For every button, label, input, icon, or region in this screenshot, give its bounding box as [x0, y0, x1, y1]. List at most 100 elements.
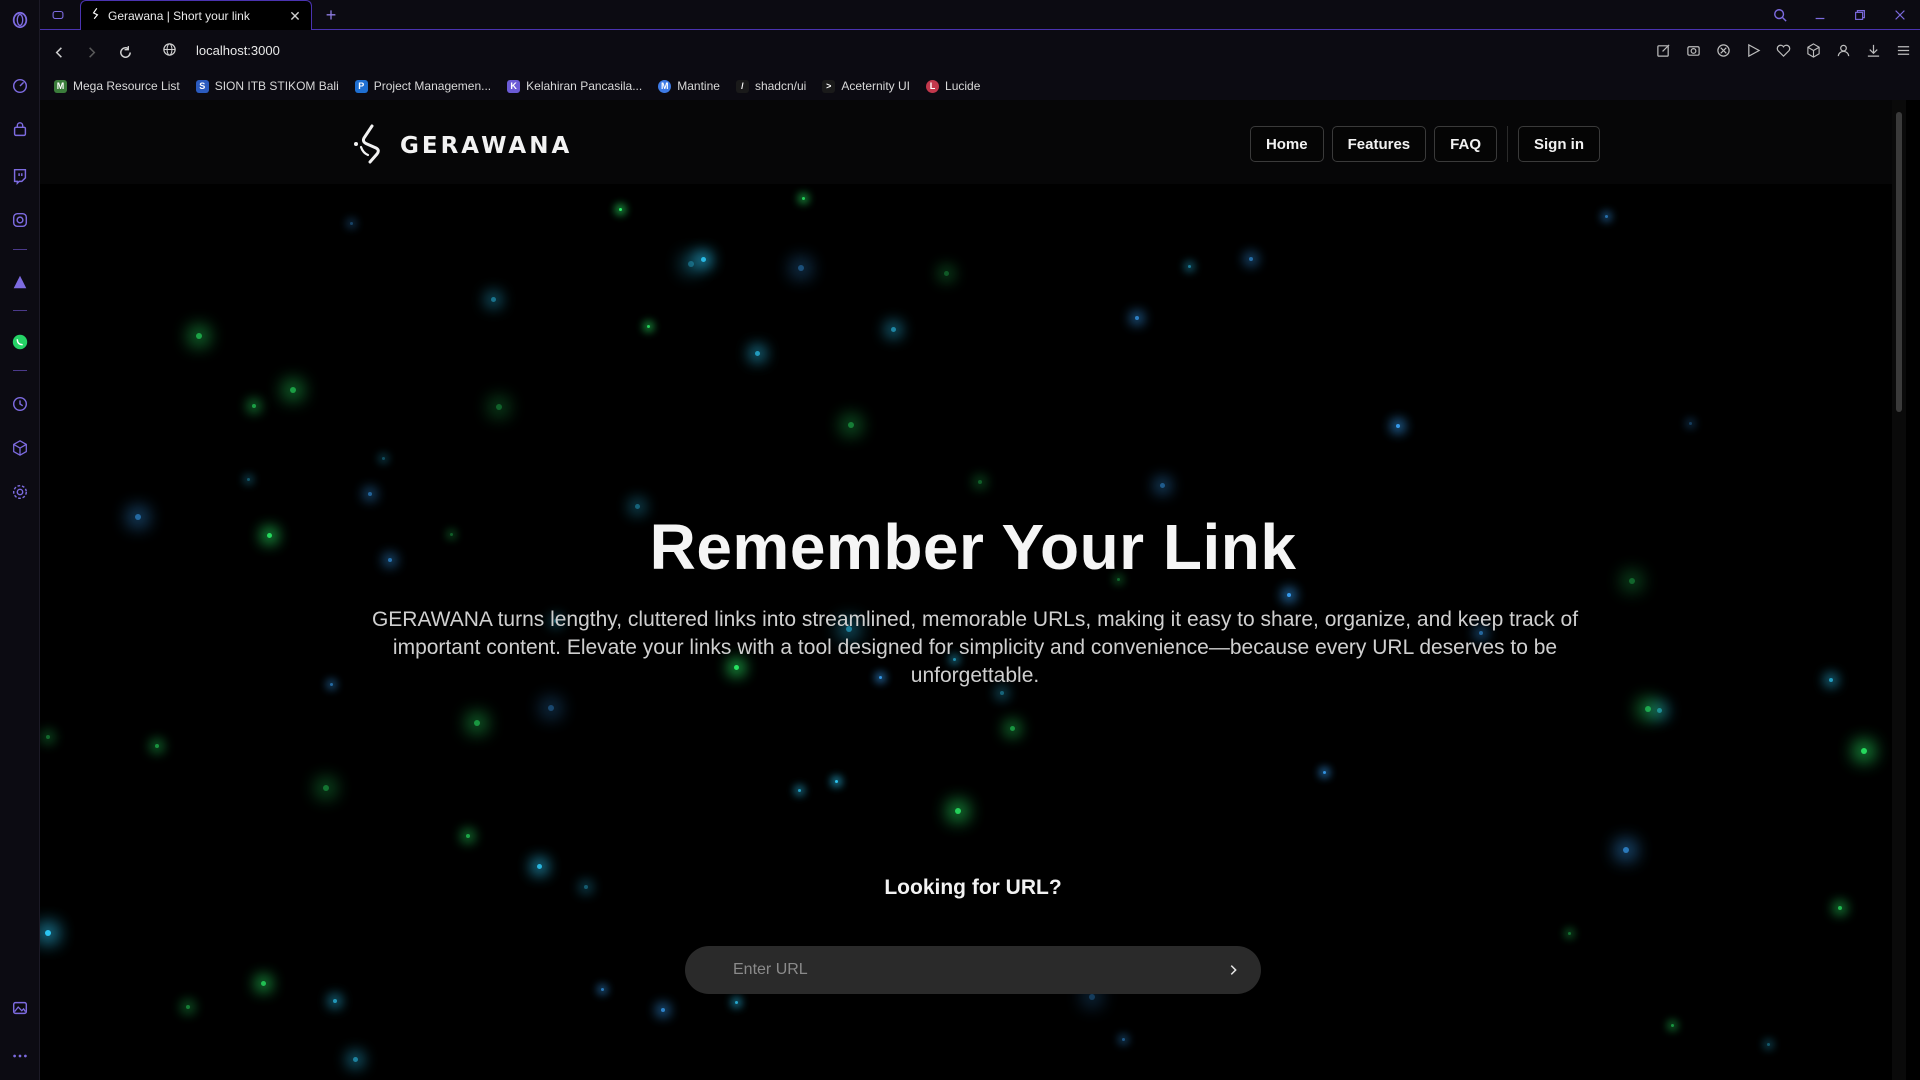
twitch-icon[interactable]: [0, 162, 40, 190]
mantine-icon: M: [658, 79, 672, 93]
particle: [474, 720, 480, 726]
profile-icon[interactable]: [1832, 39, 1854, 61]
bookmark-item[interactable]: / shadcn/ui: [735, 79, 806, 93]
brand-name: GERAWANA: [400, 132, 573, 159]
particle: [1623, 847, 1629, 853]
reload-icon[interactable]: [114, 41, 136, 63]
url-field[interactable]: localhost:3000: [196, 43, 280, 58]
bookmark-item[interactable]: > Aceternity UI: [822, 79, 910, 93]
particle: [1605, 215, 1608, 218]
bookmark-item[interactable]: K Kelahiran Pancasila...: [507, 79, 642, 93]
particle-background: [40, 100, 1906, 1080]
bookmark-item[interactable]: S SION ITB STIKOM Bali: [195, 79, 339, 93]
particle: [196, 333, 202, 339]
window-controls: [1760, 0, 1920, 30]
bookmark-item[interactable]: P Project Managemen...: [354, 79, 491, 93]
particle: [802, 197, 805, 200]
particle: [848, 422, 854, 428]
particle: [1287, 593, 1291, 597]
send-icon[interactable]: [1742, 39, 1764, 61]
particle: [1010, 726, 1015, 731]
opera-logo-icon[interactable]: [0, 6, 40, 34]
particle: [353, 1057, 358, 1062]
shadcn-icon: /: [735, 79, 749, 93]
nav-divider: [1507, 126, 1508, 162]
new-tab-button[interactable]: +: [320, 4, 342, 26]
brand[interactable]: GERAWANA: [350, 122, 572, 169]
extensions-cube-icon[interactable]: [1802, 39, 1824, 61]
particle: [1689, 422, 1692, 425]
particle: [290, 387, 296, 393]
edit-icon[interactable]: [1652, 39, 1674, 61]
particle: [661, 1008, 665, 1012]
particle: [735, 1001, 738, 1004]
particle: [619, 208, 622, 211]
adblock-icon[interactable]: [1712, 39, 1734, 61]
particle: [835, 780, 838, 783]
particle: [635, 504, 640, 509]
address-tools: [1652, 39, 1914, 61]
particle: [333, 999, 337, 1003]
tab-bar: Gerawana | Short your link ✕ +: [40, 0, 1920, 31]
more-icon[interactable]: [0, 1042, 40, 1070]
particle: [798, 789, 801, 792]
particle: [496, 404, 502, 410]
particle: [537, 864, 542, 869]
particle: [261, 981, 266, 986]
bookmark-item[interactable]: M Mega Resource List: [54, 79, 180, 93]
particle: [1829, 678, 1833, 682]
minimize-icon[interactable]: [1800, 0, 1840, 30]
particle: [368, 492, 372, 496]
particle: [382, 457, 385, 460]
tab-title: Gerawana | Short your link: [108, 9, 250, 23]
restore-icon[interactable]: [1840, 0, 1880, 30]
aceternity-icon: >: [822, 79, 836, 93]
extensions-icon[interactable]: [0, 434, 40, 462]
particle: [155, 744, 159, 748]
favorite-heart-icon[interactable]: [1772, 39, 1794, 61]
particle: [1323, 771, 1326, 774]
wallpaper-icon[interactable]: [0, 994, 40, 1022]
forward-icon[interactable]: [80, 41, 102, 63]
browser-sidebar: [0, 0, 40, 1080]
bookmark-item[interactable]: M Mantine: [658, 79, 720, 93]
particle: [647, 325, 650, 328]
bookmark-item[interactable]: L Lucide: [926, 79, 980, 93]
nav-features[interactable]: Features: [1331, 126, 1427, 162]
particle: [46, 735, 50, 739]
submit-chevron-icon[interactable]: [1221, 958, 1245, 982]
page-scrollbar[interactable]: [1892, 100, 1906, 1080]
bookmarks-bar: M Mega Resource List S SION ITB STIKOM Bal…: [40, 72, 1920, 100]
particle: [891, 327, 896, 332]
aria-ai-icon[interactable]: [0, 268, 40, 296]
particle: [755, 351, 760, 356]
aria-bag-icon[interactable]: [0, 116, 40, 144]
particle: [1160, 483, 1165, 488]
particle: [688, 261, 694, 267]
active-tab[interactable]: Gerawana | Short your link ✕: [80, 0, 312, 31]
particle: [978, 480, 982, 484]
url-input[interactable]: [733, 961, 1221, 979]
download-icon[interactable]: [1862, 39, 1884, 61]
site-info-globe-icon[interactable]: [162, 42, 180, 60]
easy-setup-menu-icon[interactable]: [1892, 39, 1914, 61]
tab-close-icon[interactable]: ✕: [287, 8, 303, 24]
nav-home[interactable]: Home: [1249, 126, 1324, 162]
particle: [1838, 906, 1842, 910]
whatsapp-icon[interactable]: [0, 328, 40, 356]
search-tabs-icon[interactable]: [1760, 0, 1800, 30]
particle: [798, 265, 804, 271]
nav-faq[interactable]: FAQ: [1434, 126, 1497, 162]
instagram-icon[interactable]: [0, 206, 40, 234]
camera-icon[interactable]: [1682, 39, 1704, 61]
particle: [1188, 265, 1191, 268]
close-window-icon[interactable]: [1880, 0, 1920, 30]
scroll-thumb[interactable]: [1896, 112, 1902, 412]
back-icon[interactable]: [48, 41, 70, 63]
settings-icon[interactable]: [0, 478, 40, 506]
speed-dial-icon[interactable]: [0, 72, 40, 100]
sign-in-button[interactable]: Sign in: [1518, 126, 1600, 162]
history-icon[interactable]: [0, 390, 40, 418]
particle: [330, 683, 333, 686]
tab-island-icon[interactable]: [48, 5, 68, 25]
